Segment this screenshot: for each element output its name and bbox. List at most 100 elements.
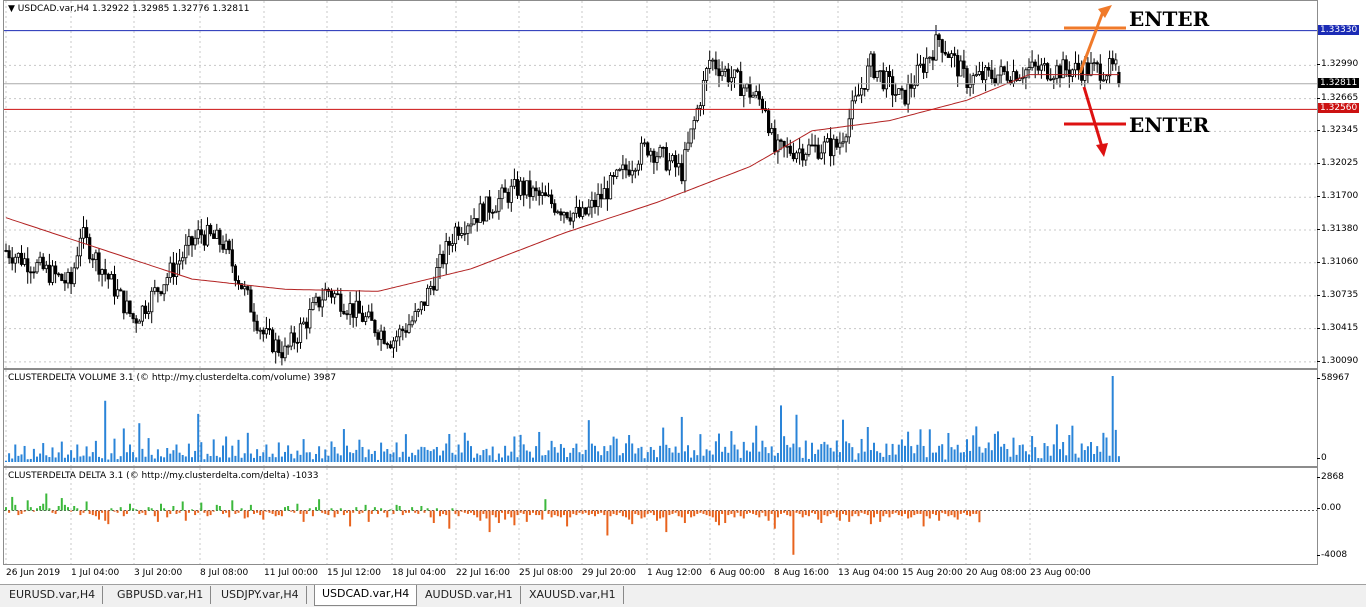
candle-body	[553, 203, 557, 213]
volume-bar	[876, 451, 879, 462]
delta-bar	[377, 510, 379, 514]
delta-bar	[727, 510, 730, 516]
delta-bar	[631, 510, 634, 525]
chart-tab-audusd[interactable]: AUDUSD.var,H1	[418, 586, 521, 604]
candle-body	[13, 256, 17, 264]
candle-body	[602, 188, 606, 200]
volume-bar	[966, 439, 968, 462]
volume-bar	[711, 454, 714, 462]
candle-body	[584, 207, 588, 215]
chart-tab-usdcad[interactable]: USDCAD.var,H4	[314, 585, 418, 606]
volume-bar	[553, 447, 556, 462]
candle-body	[1114, 59, 1118, 65]
candle-body	[233, 265, 237, 281]
volume-bar	[993, 433, 996, 462]
price-axis: 1.32990 1.32665 1.32345 1.32025 1.31700 1.313…	[1316, 0, 1366, 367]
candle-body	[295, 341, 300, 344]
candle-body	[711, 59, 715, 62]
delta-bar	[556, 510, 559, 517]
delta-bar	[835, 510, 838, 518]
volume-bar	[510, 451, 513, 462]
chart-tab-xauusd[interactable]: XAUUSD.var,H1	[522, 586, 624, 604]
volume-bar	[225, 436, 228, 462]
volume-bar	[504, 445, 507, 462]
delta-bar	[246, 510, 249, 518]
time-axis-label: 1 Jul 04:00	[71, 568, 120, 578]
volume-bar	[76, 444, 79, 462]
delta-bar	[823, 510, 826, 516]
volume-bar	[147, 438, 150, 462]
candle-body	[280, 352, 284, 359]
candle-body	[165, 277, 169, 286]
candle-body	[674, 155, 678, 168]
chart-tab-usdjpy[interactable]: USDJPY.var,H4	[214, 586, 307, 604]
candle-body	[227, 240, 231, 251]
delta-bar	[473, 510, 476, 516]
candle-body	[680, 163, 684, 182]
candle-body	[717, 68, 721, 77]
chart-menu-triangle-icon[interactable]: ▼	[8, 4, 18, 14]
delta-bar	[773, 510, 776, 529]
delta-bar	[454, 510, 457, 514]
volume-bar	[1006, 449, 1009, 462]
candle-body	[825, 138, 830, 143]
candle-body	[785, 145, 789, 148]
volume-bar	[569, 452, 572, 462]
delta-bar	[206, 510, 209, 517]
volume-bar	[547, 450, 550, 462]
volume-bar	[36, 456, 38, 462]
candle-body	[146, 311, 151, 315]
delta-bar	[888, 510, 891, 518]
volume-bar	[873, 442, 875, 462]
price-chart-pane[interactable]: ▼ USDCAD.var,H4 1.32922 1.32985 1.32776 …	[3, 0, 1318, 369]
candle-body	[627, 169, 631, 176]
candle-body	[810, 144, 814, 147]
delta-indicator-pane[interactable]: CLUSTERDELTA DELTA 3.1 (© http://my.clus…	[3, 467, 1318, 565]
enter-short-arrowhead	[1096, 143, 1108, 157]
volume-bar	[144, 456, 147, 462]
candle-body	[912, 84, 916, 89]
delta-bar	[160, 503, 162, 511]
candle-body	[977, 71, 982, 75]
delta-bar	[404, 510, 407, 513]
delta-bar	[804, 510, 807, 516]
volume-indicator-pane[interactable]: CLUSTERDELTA VOLUME 3.1 (© http://my.clu…	[3, 369, 1318, 467]
delta-bar	[426, 508, 429, 511]
current-price-tag: 1.32811	[1318, 77, 1360, 88]
delta-bar	[63, 504, 66, 511]
chart-tab-gbpusd[interactable]: GBPUSD.var,H1	[110, 586, 212, 604]
delta-bar	[547, 510, 550, 514]
delta-bar	[349, 510, 352, 527]
time-axis-label: 23 Aug 00:00	[1030, 568, 1091, 578]
volume-bar	[563, 447, 565, 462]
volume-bar	[541, 455, 544, 462]
delta-bar	[342, 510, 345, 516]
candle-body	[481, 203, 486, 222]
candle-body	[643, 142, 647, 145]
delta-bar	[253, 510, 255, 514]
candle-body	[522, 180, 526, 196]
delta-bar	[169, 510, 172, 514]
candle-body	[339, 293, 343, 312]
candle-body	[742, 87, 746, 97]
delta-bar	[652, 510, 655, 516]
volume-bar	[324, 449, 327, 462]
delta-bar	[553, 510, 556, 516]
candle-body	[788, 145, 792, 154]
delta-bar	[646, 510, 649, 514]
candle-body	[993, 78, 997, 84]
delta-bar	[324, 510, 327, 514]
delta-bar	[792, 510, 795, 555]
volume-bar	[990, 450, 993, 462]
price-axis-tick: 1.32025	[1316, 158, 1359, 169]
delta-bar	[907, 510, 910, 519]
chart-tab-eurusd[interactable]: EURUSD.var,H4	[2, 586, 104, 604]
candle-body	[1058, 65, 1062, 79]
candle-body	[35, 262, 39, 273]
candle-body	[243, 286, 247, 290]
candle-body	[726, 68, 730, 83]
delta-bar	[606, 510, 609, 536]
delta-bar	[470, 510, 472, 513]
delta-bar	[277, 510, 280, 516]
delta-bar	[138, 510, 141, 514]
